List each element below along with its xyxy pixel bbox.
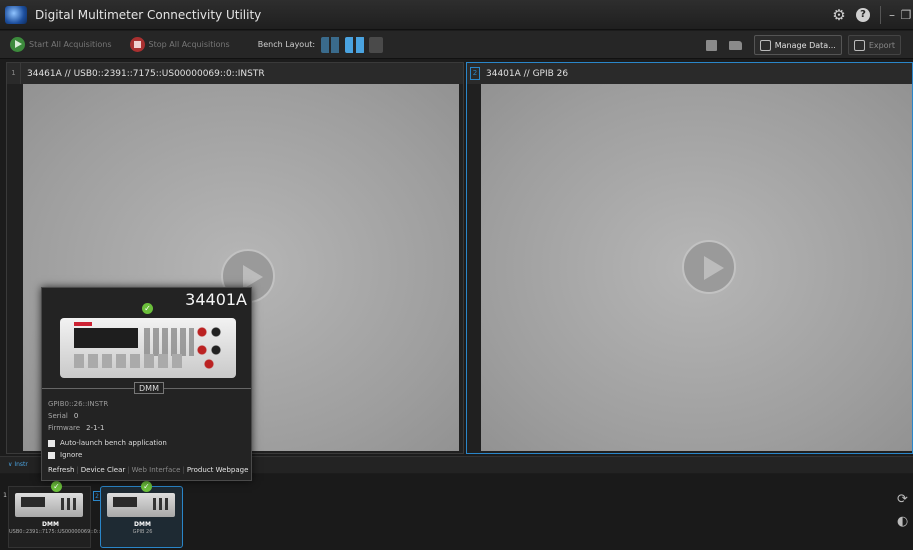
title-bar-controls: ⚙ ? – ❐ bbox=[828, 0, 913, 30]
grid-layout-icon[interactable] bbox=[321, 36, 342, 53]
check-icon: ✓ bbox=[51, 481, 62, 492]
panel-body bbox=[481, 84, 912, 451]
instruments-toggle-label: Instr bbox=[14, 461, 28, 468]
serial-value: 0 bbox=[73, 412, 79, 420]
manage-data-label: Manage Data... bbox=[774, 40, 836, 50]
io-icon[interactable]: ◐ bbox=[897, 514, 911, 536]
instrument-display bbox=[74, 328, 138, 348]
manage-data-button[interactable]: Manage Data... bbox=[753, 35, 842, 55]
toolbar: Start All Acquisitions Stop All Acquisit… bbox=[0, 31, 913, 59]
popup-serial: Serial 0 bbox=[48, 412, 78, 420]
instrument-keys bbox=[144, 328, 194, 356]
brand-mark bbox=[74, 322, 92, 326]
folder-open-icon[interactable] bbox=[728, 40, 742, 50]
instrument-keys bbox=[74, 354, 186, 368]
instruments-toggle[interactable]: ∨ Instr bbox=[8, 457, 38, 473]
bench-panel-2: 2 34401A // GPIB 26 bbox=[466, 62, 913, 454]
popup-links: Refresh | Device Clear | Web Interface |… bbox=[46, 466, 250, 474]
check-icon: ✓ bbox=[141, 481, 152, 492]
instrument-thumb-2[interactable]: 2 ✓ DMM GPIB 26 bbox=[93, 481, 183, 548]
checkbox-box[interactable] bbox=[48, 439, 55, 447]
columns-layout-icon[interactable] bbox=[345, 36, 366, 53]
restore-button[interactable]: ❐ bbox=[899, 8, 913, 22]
export-button[interactable]: Export bbox=[847, 35, 901, 55]
database-icon bbox=[759, 39, 771, 51]
auto-launch-label: Auto-launch bench application bbox=[60, 439, 167, 447]
export-label: Export bbox=[868, 40, 895, 50]
gear-icon[interactable]: ⚙ bbox=[828, 6, 850, 24]
app-logo-icon bbox=[5, 5, 27, 24]
play-icon bbox=[10, 37, 25, 52]
instrument-image bbox=[60, 318, 236, 378]
popup-model: 34401A bbox=[185, 290, 247, 309]
side-icons: ⟳ ◐ bbox=[897, 492, 911, 536]
serial-label: Serial bbox=[48, 412, 68, 420]
refresh-link[interactable]: Refresh bbox=[46, 466, 76, 474]
app-window: Digital Multimeter Connectivity Utility … bbox=[0, 0, 913, 550]
auto-launch-checkbox[interactable]: Auto-launch bench application bbox=[48, 439, 167, 447]
thumb-index: 1 bbox=[3, 492, 7, 499]
save-icon[interactable] bbox=[705, 39, 717, 51]
toolbar-right: Manage Data... Export bbox=[705, 31, 913, 59]
thumb-label: DMM bbox=[134, 521, 151, 528]
firmware-label: Firmware bbox=[48, 424, 81, 432]
popup-firmware: Firmware 2-1-1 bbox=[48, 424, 105, 432]
popup-address: GPIB0::26::INSTR bbox=[48, 400, 109, 408]
thumb-index: 2 bbox=[93, 491, 101, 501]
device-clear-link[interactable]: Device Clear bbox=[79, 466, 127, 474]
app-title: Digital Multimeter Connectivity Utility bbox=[35, 7, 262, 22]
refresh-icon[interactable]: ⟳ bbox=[897, 492, 911, 514]
panel-index: 1 bbox=[7, 63, 21, 84]
checkbox-box[interactable] bbox=[48, 451, 55, 459]
panel-header: 1 34461A // USB0::2391::7175::US00000069… bbox=[7, 63, 463, 84]
stop-icon bbox=[129, 37, 145, 52]
instrument-terminals bbox=[196, 326, 222, 370]
popup-type-label: DMM bbox=[134, 382, 164, 394]
bench-layout-label: Bench Layout: bbox=[257, 40, 316, 49]
chevron-down-icon: ∨ bbox=[8, 461, 13, 468]
check-icon: ✓ bbox=[142, 303, 153, 314]
thumb-label: DMM bbox=[42, 521, 59, 528]
stop-all-acquisitions-button[interactable]: Stop All Acquisitions bbox=[122, 37, 230, 52]
thumb-address: USB0::2391::7175::US00000069::0::IN bbox=[9, 529, 106, 535]
firmware-value: 2-1-1 bbox=[86, 424, 105, 432]
instrument-image bbox=[15, 493, 83, 517]
start-all-label: Start All Acquisitions bbox=[29, 40, 112, 49]
divider bbox=[880, 6, 881, 24]
instrument-tray: 1 ✓ DMM USB0::2391::7175::US00000069::0:… bbox=[0, 474, 913, 550]
panel-header: 2 34401A // GPIB 26 bbox=[467, 63, 912, 84]
single-layout-icon[interactable] bbox=[369, 36, 384, 53]
title-bar: Digital Multimeter Connectivity Utility … bbox=[0, 0, 913, 30]
product-webpage-link[interactable]: Product Webpage bbox=[185, 466, 251, 474]
instrument-thumb-1[interactable]: 1 ✓ DMM USB0::2391::7175::US00000069::0:… bbox=[3, 481, 106, 548]
export-icon bbox=[853, 39, 865, 51]
thumb-address: GPIB 26 bbox=[132, 529, 153, 535]
web-interface-link[interactable]: Web Interface bbox=[130, 466, 183, 474]
help-icon[interactable]: ? bbox=[856, 8, 870, 22]
stop-all-label: Stop All Acquisitions bbox=[148, 40, 230, 49]
panel-title: 34401A // GPIB 26 bbox=[486, 68, 569, 79]
minimize-button[interactable]: – bbox=[885, 8, 899, 22]
ignore-label: Ignore bbox=[60, 451, 83, 459]
instrument-image bbox=[107, 493, 175, 517]
ignore-checkbox[interactable]: Ignore bbox=[48, 451, 82, 459]
panel-index: 2 bbox=[470, 67, 480, 80]
instrument-info-popup: 34401A ✓ DMM GPIB0::26::INSTR Serial 0 Fi… bbox=[41, 287, 252, 481]
panel-title: 34461A // USB0::2391::7175::US00000069::… bbox=[27, 68, 265, 79]
play-button[interactable] bbox=[682, 240, 736, 294]
start-all-acquisitions-button[interactable]: Start All Acquisitions bbox=[10, 37, 112, 52]
